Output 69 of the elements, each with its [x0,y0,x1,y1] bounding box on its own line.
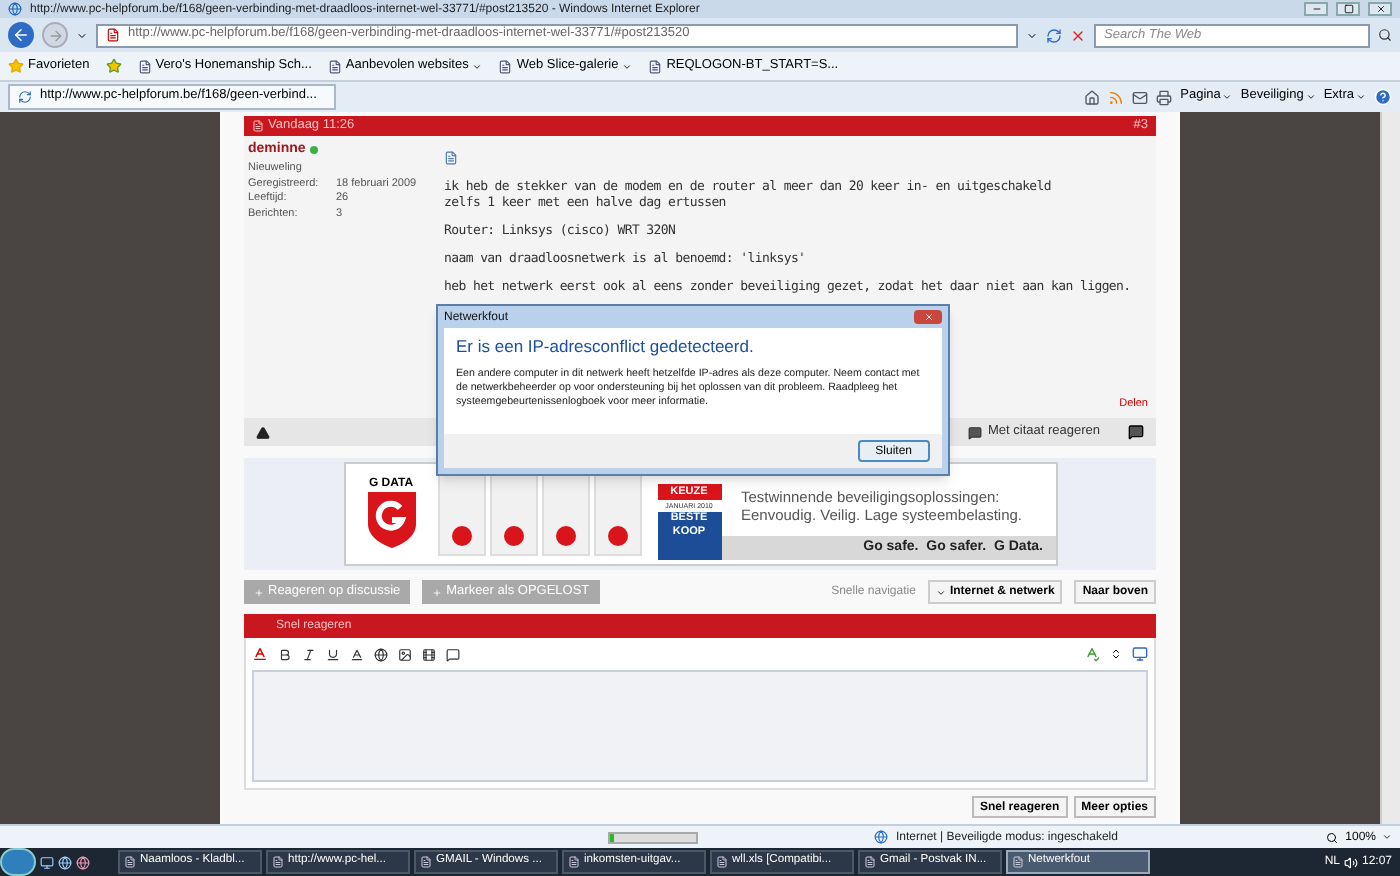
italic-icon[interactable] [302,647,316,661]
multi-quote-icon[interactable] [1128,424,1144,440]
report-icon[interactable] [256,425,270,439]
caret-icon [1382,832,1392,842]
minimize-button[interactable] [1304,2,1328,16]
globe-launch-icon[interactable] [76,855,90,869]
minimize-icon [1311,4,1321,14]
font-color-icon[interactable] [350,647,364,661]
dialog-close-button[interactable] [914,310,942,324]
caret-icon [935,587,946,597]
window-icon [124,856,136,868]
home-icon[interactable] [1084,89,1101,105]
close-button[interactable] [1368,2,1392,16]
post-icon [444,150,458,166]
window-icon [1012,856,1024,868]
caret-icon [472,61,483,71]
page-icon [648,59,663,73]
page-icon [327,59,342,73]
loading-icon [18,90,32,104]
maximize-icon [1343,4,1353,14]
caret-icon [622,61,633,71]
globe-icon [874,830,888,844]
remove-format-icon[interactable] [252,646,268,662]
caret-icon [1305,92,1316,102]
plus-icon [254,587,264,597]
refresh-icon[interactable] [1046,27,1062,43]
forward-arrow-icon [47,27,63,43]
shield-logo-icon [365,490,417,550]
scrollbar[interactable] [1380,112,1400,824]
page-icon [106,28,120,42]
page-icon [137,59,152,73]
start-button[interactable] [0,848,36,876]
window-icon [420,856,432,868]
caret-icon [1356,92,1366,102]
volume-icon[interactable] [1343,855,1358,869]
back-button[interactable] [8,22,34,48]
document-icon [252,120,264,132]
bold-icon[interactable] [278,647,292,661]
address-dropdown-icon[interactable] [1026,29,1038,41]
star-icon [8,58,24,74]
dialog-heading: Er is een IP-adresconflict gedetecteerd. [456,336,756,356]
help-icon[interactable] [1374,88,1392,106]
browser-icon [8,2,22,16]
caret-icon [1222,92,1233,102]
switch-editor-icon[interactable] [1132,646,1148,662]
search-icon[interactable] [1378,28,1392,42]
globe-icon[interactable] [374,647,388,661]
stop-icon[interactable] [1070,27,1086,43]
desktop-icon[interactable] [40,855,54,869]
maximize-button[interactable] [1336,2,1360,16]
print-icon[interactable] [1156,89,1173,105]
underline-icon[interactable] [326,647,340,661]
add-favorite-icon[interactable] [105,58,122,74]
window-icon [864,856,876,868]
window-icon [716,856,728,868]
speech-bubble-icon[interactable] [446,647,460,661]
history-dropdown-icon[interactable] [76,29,88,41]
page-icon [498,59,513,73]
mail-icon[interactable] [1132,89,1149,105]
window-icon [568,856,580,868]
window-icon [272,856,284,868]
image-icon[interactable] [398,647,412,661]
zoom-icon [1325,831,1338,843]
speech-bubble-icon [967,425,982,439]
back-arrow-icon [12,26,30,44]
browser-launch-icon[interactable] [58,855,72,869]
film-icon[interactable] [422,647,436,661]
spellcheck-icon[interactable] [1084,646,1100,662]
plus-icon [432,587,443,597]
